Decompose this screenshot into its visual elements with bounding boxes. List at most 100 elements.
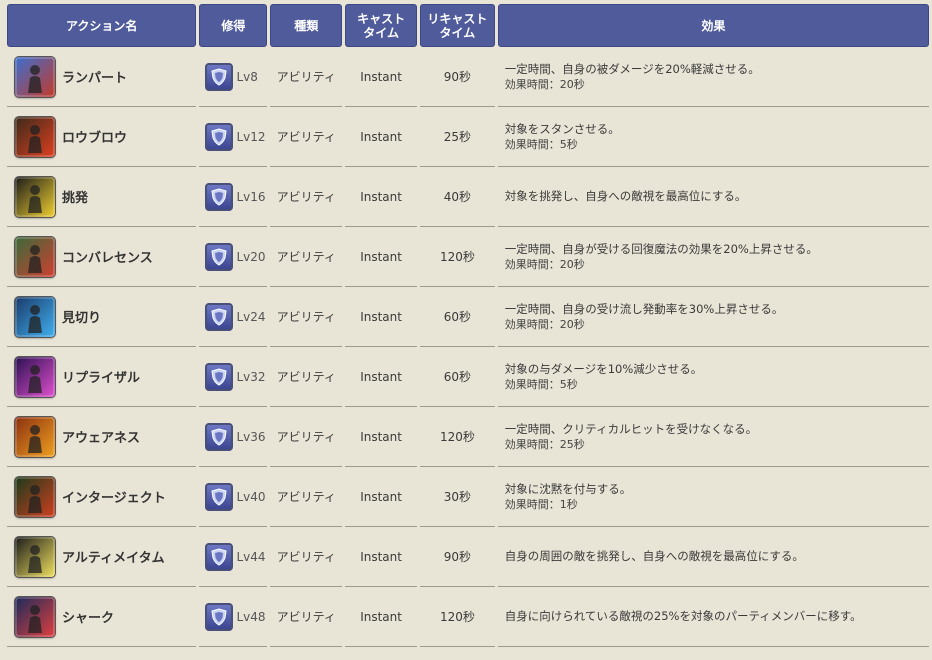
action-name-cell: 見切り — [7, 287, 197, 347]
effect-description: 対象をスタンさせる。 — [504, 121, 620, 136]
action-name[interactable]: シャーク — [62, 607, 114, 626]
action-name[interactable]: 挑発 — [62, 187, 88, 206]
effect-duration: 効果時間：20秒 — [504, 257, 585, 271]
learn-level-cell: Lv48 — [199, 587, 268, 647]
action-name-cell: アルティメイタム — [7, 527, 197, 587]
recast-time: 120秒 — [420, 407, 495, 467]
action-type: アビリティ — [270, 107, 343, 167]
action-name[interactable]: コンバレセンス — [62, 247, 153, 266]
cast-time: Instant — [345, 107, 418, 167]
gladiator-job-icon — [205, 122, 234, 151]
learn-level-cell: Lv40 — [199, 467, 268, 527]
cast-time: Instant — [345, 47, 418, 107]
gladiator-job-icon — [205, 62, 234, 91]
action-name[interactable]: アルティメイタム — [62, 547, 165, 566]
ultimatum-icon[interactable] — [15, 536, 55, 577]
recast-time: 60秒 — [420, 287, 495, 347]
action-type: アビリティ — [270, 407, 343, 467]
reprisal-icon[interactable] — [15, 356, 55, 397]
table-row: コンバレセンス Lv20 アビリティ Instant 120秒 一定時間、自身が… — [7, 227, 929, 287]
action-type: アビリティ — [270, 227, 343, 287]
recast-time: 40秒 — [420, 167, 495, 227]
learn-level: Lv32 — [236, 369, 266, 384]
learn-level: Lv8 — [236, 69, 258, 84]
recast-time: 120秒 — [420, 227, 495, 287]
learn-level-cell: Lv36 — [199, 407, 268, 467]
effect-cell: 一定時間、自身の受け流し発動率を30%上昇させる。 効果時間：20秒 — [497, 287, 929, 347]
learn-level-cell: Lv44 — [199, 527, 268, 587]
table-header-row: アクション名 修得 種類 キャスト タイム リキャスト タイム 効果 — [7, 4, 929, 47]
action-name-cell: インタージェクト — [7, 467, 197, 527]
action-name[interactable]: ランパート — [62, 67, 127, 86]
rampart-icon[interactable] — [15, 56, 55, 97]
action-type: アビリティ — [270, 287, 343, 347]
action-name[interactable]: ロウブロウ — [62, 127, 127, 146]
interject-icon[interactable] — [15, 476, 55, 517]
header-recast-time: リキャスト タイム — [420, 4, 495, 47]
learn-level: Lv24 — [236, 309, 266, 324]
action-name-cell: ロウブロウ — [7, 107, 197, 167]
effect-duration: 効果時間：25秒 — [504, 437, 585, 451]
learn-level: Lv40 — [236, 489, 266, 504]
shirk-icon[interactable] — [15, 596, 55, 637]
cast-time: Instant — [345, 467, 418, 527]
table-row: アルティメイタム Lv44 アビリティ Instant 90秒 自身の周囲の敵を… — [7, 527, 929, 587]
effect-cell: 一定時間、クリティカルヒットを受けなくなる。 効果時間：25秒 — [497, 407, 929, 467]
effect-cell: 自身の周囲の敵を挑発し、自身への敵視を最高位にする。 — [497, 527, 929, 587]
learn-level: Lv16 — [236, 189, 266, 204]
header-effect: 効果 — [497, 4, 929, 47]
low-blow-icon[interactable] — [15, 116, 55, 157]
effect-description: 対象の与ダメージを10%減少させる。 — [504, 361, 703, 376]
effect-description: 自身に向けられている敵視の25%を対象のパーティメンバーに移す。 — [504, 609, 862, 623]
effect-description: 一定時間、自身の被ダメージを20%軽減させる。 — [504, 61, 760, 76]
effect-description: 対象を挑発し、自身への敵視を最高位にする。 — [504, 189, 747, 203]
learn-level-cell: Lv32 — [199, 347, 268, 407]
gladiator-job-icon — [205, 542, 234, 571]
action-table: アクション名 修得 種類 キャスト タイム リキャスト タイム 効果 ランパート… — [4, 4, 932, 647]
awareness-icon[interactable] — [15, 416, 55, 457]
recast-time: 120秒 — [420, 587, 495, 647]
action-name[interactable]: アウェアネス — [62, 427, 140, 446]
table-row: アウェアネス Lv36 アビリティ Instant 120秒 一定時間、クリティ… — [7, 407, 929, 467]
header-learn: 修得 — [199, 4, 268, 47]
action-name[interactable]: リプライザル — [62, 367, 140, 386]
effect-duration: 効果時間：20秒 — [504, 77, 585, 91]
learn-level: Lv36 — [236, 429, 266, 444]
effect-description: 一定時間、自身の受け流し発動率を30%上昇させる。 — [504, 301, 784, 316]
table-row: ロウブロウ Lv12 アビリティ Instant 25秒 対象をスタンさせる。 … — [7, 107, 929, 167]
effect-description: 一定時間、自身が受ける回復魔法の効果を20%上昇させる。 — [504, 241, 818, 256]
effect-cell: 対象の与ダメージを10%減少させる。 効果時間：5秒 — [497, 347, 929, 407]
learn-level-cell: Lv12 — [199, 107, 268, 167]
gladiator-job-icon — [205, 362, 234, 391]
table-row: ランパート Lv8 アビリティ Instant 90秒 一定時間、自身の被ダメー… — [7, 47, 929, 107]
action-name[interactable]: 見切り — [62, 307, 101, 326]
learn-level: Lv12 — [236, 129, 266, 144]
table-body: ランパート Lv8 アビリティ Instant 90秒 一定時間、自身の被ダメー… — [7, 47, 929, 647]
effect-description: 対象に沈黙を付与する。 — [504, 481, 632, 496]
provoke-icon[interactable] — [15, 176, 55, 217]
cast-time: Instant — [345, 167, 418, 227]
convalescence-icon[interactable] — [15, 236, 55, 277]
effect-duration: 効果時間：1秒 — [504, 497, 578, 511]
action-name[interactable]: インタージェクト — [62, 487, 166, 506]
cast-time: Instant — [345, 347, 418, 407]
action-name-cell: シャーク — [7, 587, 197, 647]
cast-time: Instant — [345, 527, 418, 587]
recast-time: 30秒 — [420, 467, 495, 527]
action-type: アビリティ — [270, 167, 343, 227]
action-name-cell: ランパート — [7, 47, 197, 107]
learn-level-cell: Lv24 — [199, 287, 268, 347]
gladiator-job-icon — [205, 482, 234, 511]
table-row: リプライザル Lv32 アビリティ Instant 60秒 対象の与ダメージを1… — [7, 347, 929, 407]
cast-time: Instant — [345, 407, 418, 467]
anticipation-icon[interactable] — [15, 296, 55, 337]
action-type: アビリティ — [270, 587, 343, 647]
recast-time: 25秒 — [420, 107, 495, 167]
cast-time: Instant — [345, 287, 418, 347]
effect-description: 自身の周囲の敵を挑発し、自身への敵視を最高位にする。 — [504, 549, 804, 563]
learn-level: Lv48 — [236, 609, 266, 624]
action-name-cell: リプライザル — [7, 347, 197, 407]
effect-cell: 対象を挑発し、自身への敵視を最高位にする。 — [497, 167, 929, 227]
cast-time: Instant — [345, 587, 418, 647]
effect-duration: 効果時間：20秒 — [504, 317, 585, 331]
